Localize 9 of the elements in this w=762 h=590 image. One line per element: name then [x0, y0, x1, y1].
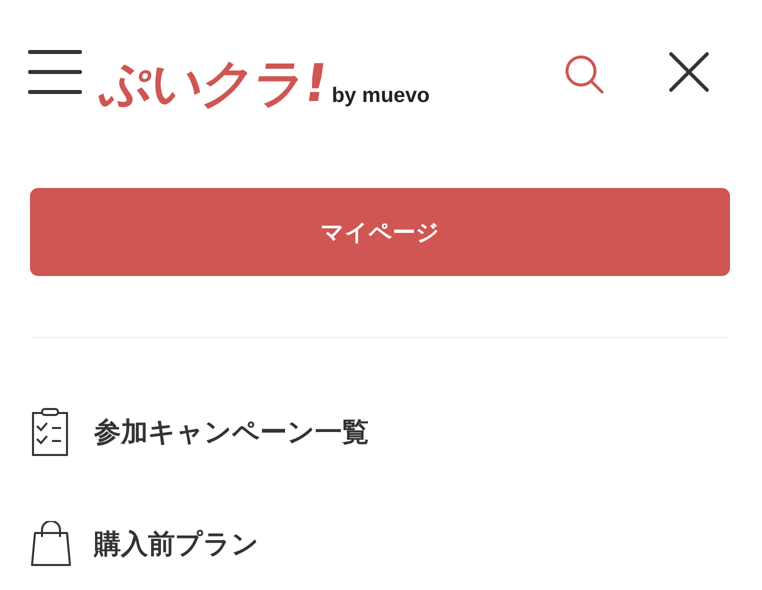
- menu-item[interactable]: 購入前プラン: [94, 526, 259, 562]
- close-icon[interactable]: [668, 51, 710, 93]
- search-icon[interactable]: [564, 54, 606, 96]
- logo-text: ぷいクラ!: [96, 58, 330, 110]
- shopping-bag-icon: [30, 521, 72, 567]
- mypage-button[interactable]: マイページ: [30, 188, 730, 276]
- menu-item[interactable]: 参加キャンペーン一覧: [94, 414, 369, 450]
- menu-icon[interactable]: [28, 50, 82, 94]
- logo-suffix: by muevo: [332, 84, 430, 108]
